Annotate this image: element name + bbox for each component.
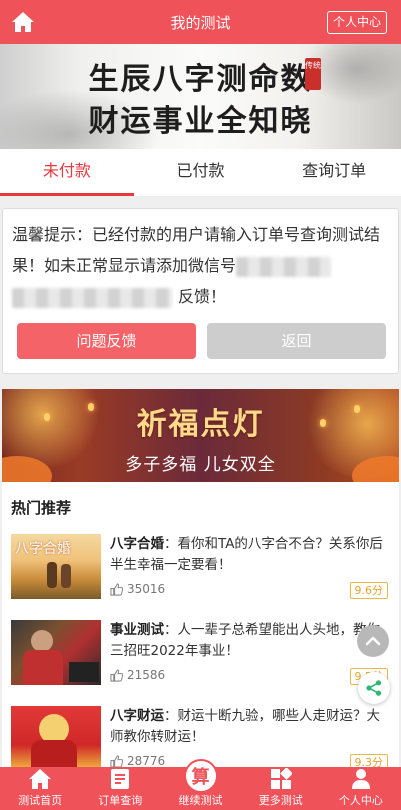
notice-text-end: 反馈！ [178,287,227,306]
home-button[interactable] [10,10,36,34]
nav-label: 更多测试 [258,794,303,807]
nav-label: 个人中心 [338,794,383,807]
user-icon [351,767,371,791]
score-badge: 9.3分 [349,754,388,767]
thumb-figure [47,562,57,588]
thumb-figure [31,630,53,652]
item-likes: 35016 [110,582,165,596]
thumb-figure [23,650,63,685]
hot-recommendations: 热门推荐 八字合婚 八字合婚：看你和TA的八字合不合？关系你后半生幸福一定要看！… [2,482,399,767]
item-name: 事业测试 [110,622,164,638]
promo-subtitle: 多子多福 儿女双全 [125,455,276,475]
top-banner[interactable]: 生辰八字测命数 财运事业全知晓 传统 [0,44,401,149]
list-item[interactable]: 八字合婚 八字合婚：看你和TA的八字合不合？关系你后半生幸福一定要看！ 3501… [2,534,399,604]
item-description: 事业测试：人一辈子总希望能出人头地，教你三招旺2022年事业！ [110,620,386,662]
chevron-up-icon [365,636,381,646]
nav-item-continue-test[interactable]: 算 继续测试 [160,759,240,810]
list-item[interactable]: 八字财运：财运十断九验，哪些人走财运？大师教你转财运！ 28776 9.3分 [2,706,399,767]
tab-paid[interactable]: 已付款 [134,149,268,196]
nav-label: 继续测试 [178,794,223,807]
thumbs-up-icon [110,754,123,767]
banner-headline-1: 生辰八字测命数 [88,62,313,97]
item-thumbnail [11,620,101,685]
thumb-figure [31,740,77,767]
thumbs-up-icon [110,582,123,596]
page-title: 我的测试 [170,13,231,32]
scroll-top-button[interactable] [357,625,389,657]
promo-banner[interactable]: 祈福点灯 多子多福 儿女双全 [2,389,399,482]
list-item[interactable]: 事业测试：人一辈子总希望能出人头地，教你三招旺2022年事业！ 21586 9.… [2,620,399,690]
nav-item-more-tests[interactable]: 更多测试 [241,767,321,810]
promo-title: 祈福点灯 [136,407,265,442]
share-button[interactable] [358,672,390,704]
tab-unpaid[interactable]: 未付款 [0,149,134,196]
notice-text: 温馨提示：已经付款的用户请输入订单号查询测试结果！如未正常显示请添加微信号反馈！ [12,219,392,312]
nav-label: 测试首页 [18,794,63,807]
feedback-button[interactable]: 问题反馈 [17,323,196,359]
nav-label: 订单查询 [98,794,143,807]
order-tabs: 未付款 已付款 查询订单 [0,149,401,196]
calc-icon: 算 [183,759,218,793]
order-icon [110,767,130,791]
score-badge: 9.6分 [349,582,388,599]
likes-count: 35016 [127,582,166,596]
thumbs-up-icon [110,668,123,682]
back-button[interactable]: 返回 [207,323,386,359]
item-description: 八字合婚：看你和TA的八字合不合？关系你后半生幸福一定要看！ [110,534,386,576]
item-likes: 28776 [110,754,165,767]
nav-item-home[interactable]: 测试首页 [0,767,80,810]
item-name: 八字财运 [110,708,164,724]
notice-card: 温馨提示：已经付款的用户请输入订单号查询测试结果！如未正常显示请添加微信号反馈！… [2,208,399,374]
home-icon [12,12,34,32]
home-icon [28,767,52,791]
tab-query-order[interactable]: 查询订单 [267,149,401,196]
banner-seal: 传统 [305,58,321,90]
item-thumbnail: 八字合婚 [11,534,101,599]
item-thumbnail [11,706,101,767]
banner-headline-2: 财运事业全知晓 [88,104,313,139]
bottom-nav: 测试首页 订单查询 算 继续测试 更多测试 个人中心 [0,759,401,810]
likes-count: 21586 [127,668,166,682]
share-icon [366,680,382,696]
thumb-figure [69,662,99,682]
section-title: 热门推荐 [11,499,72,517]
nav-item-orders[interactable]: 订单查询 [80,767,160,810]
item-name: 八字合婚 [110,536,164,552]
likes-count: 28776 [127,754,166,767]
thumb-figure [61,564,71,588]
grid-icon [270,767,292,791]
nav-item-profile[interactable]: 个人中心 [321,767,401,810]
item-description: 八字财运：财运十断九验，哪些人走财运？大师教你转财运！ [110,706,386,748]
thumb-caption: 八字合婚 [15,541,71,557]
profile-center-button[interactable]: 个人中心 [326,11,387,34]
blurred-wechat-id [12,287,172,308]
top-bar: 我的测试 个人中心 [0,0,401,44]
item-likes: 21586 [110,668,165,682]
blurred-wechat-id [236,256,332,277]
